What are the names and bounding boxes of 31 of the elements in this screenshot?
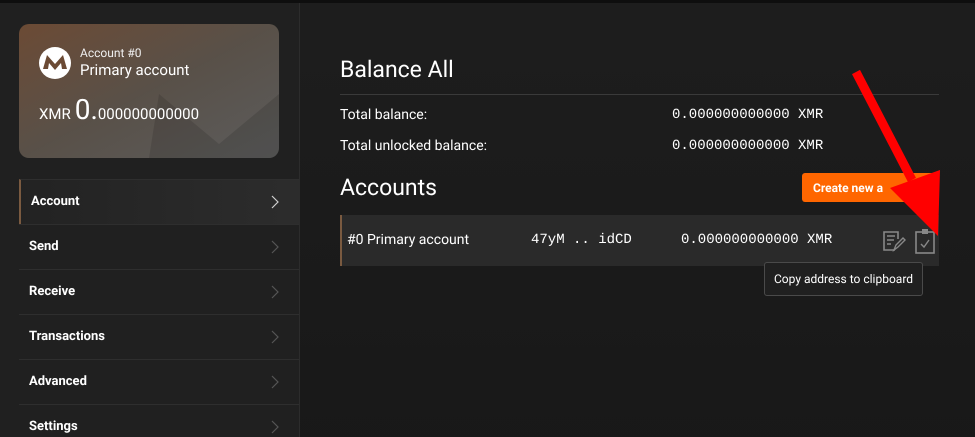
balance-fraction: 000000000000 — [98, 104, 200, 125]
account-label: Account #0 — [80, 46, 143, 61]
section-title: Accounts — [340, 172, 437, 202]
chevron-icon — [271, 285, 279, 299]
account-address: 47yM .. idCD — [531, 231, 633, 250]
account-name: #0 Primary account — [347, 231, 470, 250]
section-title: Balance All — [340, 53, 939, 94]
menu-item[interactable]: Settings — [19, 404, 299, 437]
chevron-icon — [271, 330, 279, 344]
chevron-icon — [271, 195, 279, 209]
chevron-icon — [271, 375, 279, 389]
balance-value: 0.000000000000 XMR — [672, 136, 824, 156]
currency-label: XMR — [39, 104, 71, 125]
menu-item[interactable]: Send — [19, 224, 299, 269]
menu-item[interactable]: Transactions — [19, 314, 299, 359]
clipboard-icon[interactable] — [915, 228, 935, 254]
edit-icon[interactable] — [882, 230, 906, 252]
account-balance: 0.000000000000 XMR — [681, 231, 834, 250]
chevron-icon — [271, 240, 279, 254]
account-row[interactable]: #0 Primary account 47yM .. idCD 0.000000000000 XMR — [340, 215, 939, 266]
chevron-icon — [271, 420, 279, 434]
account-name: Primary account — [80, 61, 190, 80]
tooltip: Copy address to clipboard — [764, 262, 924, 296]
balance-label: Total balance: — [340, 106, 428, 124]
balance-label: Total unlocked balance: — [340, 136, 488, 156]
balance-value: 0.000000000000 XMR — [672, 106, 824, 124]
menu-item[interactable]: Receive — [19, 269, 299, 314]
balance-whole: 0. — [74, 96, 98, 124]
logo-icon — [39, 46, 71, 79]
menu-item[interactable]: Advanced — [19, 359, 299, 404]
menu-item[interactable]: Account — [19, 179, 299, 224]
